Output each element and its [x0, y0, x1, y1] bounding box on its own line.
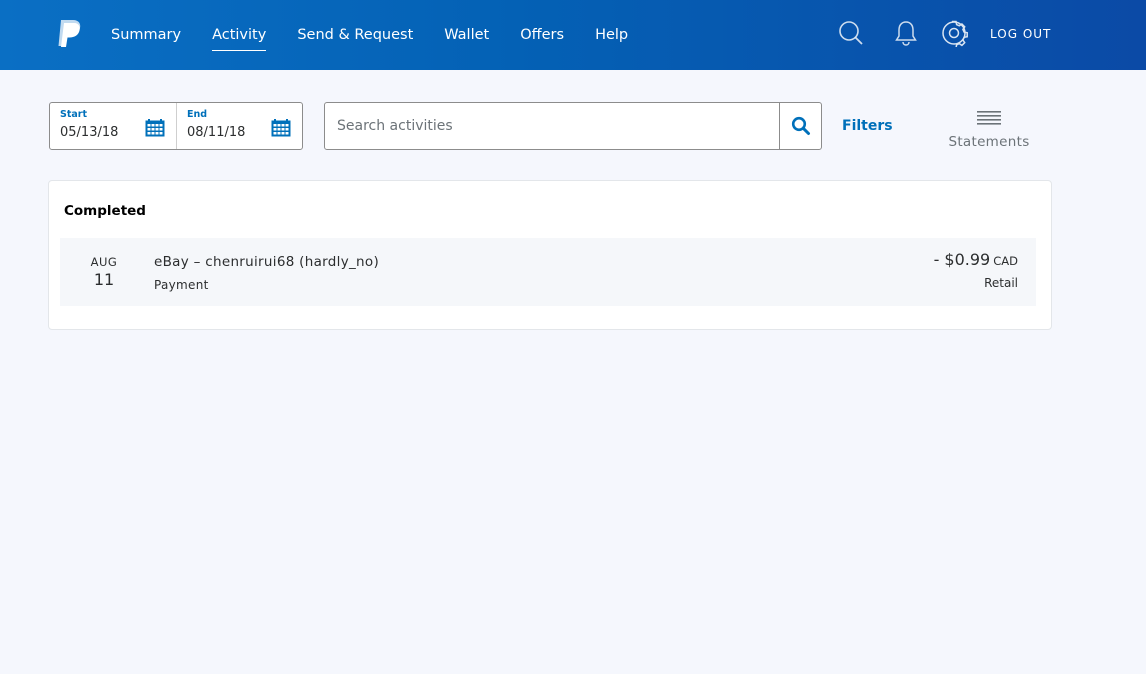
main-nav: Summary Activity Send & Request Wallet O… — [111, 0, 659, 70]
nav-item-activity[interactable]: Activity — [212, 0, 267, 70]
paypal-logo-icon[interactable] — [55, 18, 83, 48]
end-date-field[interactable]: End 08/11/18 — [176, 103, 302, 149]
amount-value: - $0.99 — [933, 250, 991, 269]
top-navigation-bar: Summary Activity Send & Request Wallet O… — [0, 0, 1146, 70]
activity-type: Payment — [154, 278, 209, 292]
statements-label: Statements — [948, 134, 1030, 150]
bell-icon[interactable] — [892, 19, 920, 47]
end-date-label: End — [187, 109, 208, 120]
activity-category: Retail — [984, 276, 1018, 290]
gear-icon[interactable] — [940, 19, 968, 47]
activity-date-month: AUG — [90, 255, 118, 269]
nav-item-help[interactable]: Help — [595, 0, 628, 70]
activity-amount: - $0.99 CAD — [934, 250, 1018, 269]
date-range-picker: Start 05/13/18 End 08/11/18 — [49, 102, 303, 150]
section-title-completed: Completed — [64, 203, 146, 219]
search-icon — [791, 116, 810, 135]
search-icon[interactable] — [837, 19, 865, 47]
start-date-label: Start — [60, 109, 88, 120]
nav-item-summary[interactable]: Summary — [111, 0, 181, 70]
start-date-value[interactable]: 05/13/18 — [60, 125, 118, 140]
activity-row[interactable]: AUG 11 eBay – chenruirui68 (hardly_no) P… — [60, 238, 1036, 306]
nav-item-wallet[interactable]: Wallet — [444, 0, 489, 70]
search-button[interactable] — [779, 103, 821, 149]
calendar-icon[interactable] — [145, 119, 165, 137]
activity-merchant-name[interactable]: eBay – chenruirui68 (hardly_no) — [154, 254, 379, 270]
logout-button[interactable]: LOG OUT — [990, 0, 1051, 68]
activity-date-day: 11 — [93, 270, 115, 289]
calendar-icon[interactable] — [271, 119, 291, 137]
start-date-field[interactable]: Start 05/13/18 — [50, 103, 176, 149]
amount-currency: CAD — [993, 254, 1018, 268]
end-date-value[interactable]: 08/11/18 — [187, 125, 245, 140]
statements-list-icon — [977, 111, 1001, 125]
search-input[interactable] — [325, 103, 779, 149]
activity-search — [324, 102, 822, 150]
statements-button[interactable]: Statements — [944, 106, 1034, 152]
filters-button[interactable]: Filters — [842, 118, 893, 134]
nav-item-send-request[interactable]: Send & Request — [297, 0, 413, 70]
activity-list-card: Completed AUG 11 eBay – chenruirui68 (ha… — [48, 180, 1052, 330]
nav-item-offers[interactable]: Offers — [520, 0, 564, 70]
